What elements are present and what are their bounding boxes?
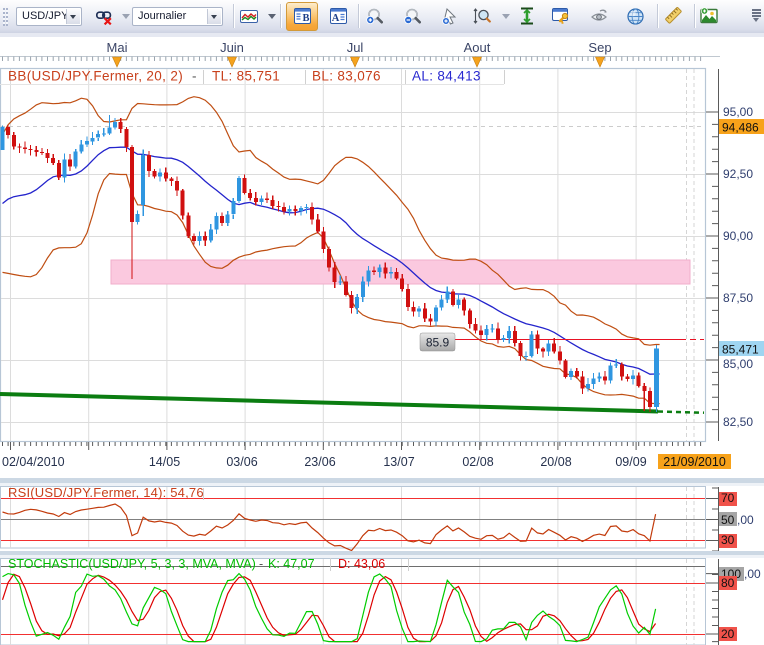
svg-text:Mai: Mai bbox=[107, 40, 128, 55]
svg-text:20/08: 20/08 bbox=[540, 455, 571, 469]
svg-text:03/06: 03/06 bbox=[226, 455, 257, 469]
svg-text:A: A bbox=[332, 13, 340, 24]
svg-text:Aout: Aout bbox=[464, 40, 491, 55]
svg-text:RSI(USD/JPY.Fermer, 14): 54,76: RSI(USD/JPY.Fermer, 14): 54,76 bbox=[8, 485, 204, 500]
svg-text:D: 43,06: D: 43,06 bbox=[338, 557, 385, 571]
svg-text:-: - bbox=[259, 557, 263, 571]
svg-text:90,00: 90,00 bbox=[723, 229, 753, 243]
svg-text:85,471: 85,471 bbox=[722, 343, 759, 357]
svg-text:TL: 85,751: TL: 85,751 bbox=[212, 69, 280, 84]
svg-text:80: 80 bbox=[721, 576, 735, 590]
svg-text:-: - bbox=[192, 69, 197, 84]
svg-text:,00: ,00 bbox=[744, 567, 761, 581]
svg-text:Sep: Sep bbox=[588, 40, 611, 55]
svg-text:K: 47,07: K: 47,07 bbox=[268, 557, 315, 571]
svg-text:70: 70 bbox=[721, 491, 735, 505]
svg-text:82,50: 82,50 bbox=[723, 415, 753, 429]
svg-text:50: 50 bbox=[721, 513, 735, 527]
svg-text:30: 30 bbox=[721, 533, 735, 547]
svg-text:13/07: 13/07 bbox=[383, 455, 414, 469]
svg-text:02/08: 02/08 bbox=[462, 455, 493, 469]
svg-text:02/04/2010: 02/04/2010 bbox=[2, 455, 65, 469]
svg-text:94,486: 94,486 bbox=[722, 121, 759, 135]
svg-text:85,00: 85,00 bbox=[723, 357, 753, 371]
svg-text:95,00: 95,00 bbox=[723, 105, 753, 119]
svg-text:BL: 83,076: BL: 83,076 bbox=[312, 69, 381, 84]
svg-text:BB(USD/JPY.Fermer, 20, 2): BB(USD/JPY.Fermer, 20, 2) bbox=[8, 69, 183, 84]
svg-text:09/09: 09/09 bbox=[615, 455, 646, 469]
svg-text:92,50: 92,50 bbox=[723, 167, 753, 181]
svg-text:Juin: Juin bbox=[220, 40, 244, 55]
svg-text:B: B bbox=[302, 13, 309, 24]
svg-text:20: 20 bbox=[721, 627, 735, 641]
svg-text:85.9: 85.9 bbox=[426, 336, 450, 350]
svg-text:STOCHASTIC(USD/JPY, 5, 3, 3, M: STOCHASTIC(USD/JPY, 5, 3, 3, MVA, MVA) bbox=[8, 557, 256, 571]
svg-text:,00: ,00 bbox=[737, 513, 754, 527]
svg-text:Jul: Jul bbox=[347, 40, 364, 55]
svg-text:14/05: 14/05 bbox=[149, 455, 180, 469]
svg-text:23/06: 23/06 bbox=[304, 455, 335, 469]
svg-text:87,50: 87,50 bbox=[723, 291, 753, 305]
svg-text:AL: 84,413: AL: 84,413 bbox=[412, 69, 481, 84]
svg-text:21/09/2010: 21/09/2010 bbox=[663, 455, 726, 469]
